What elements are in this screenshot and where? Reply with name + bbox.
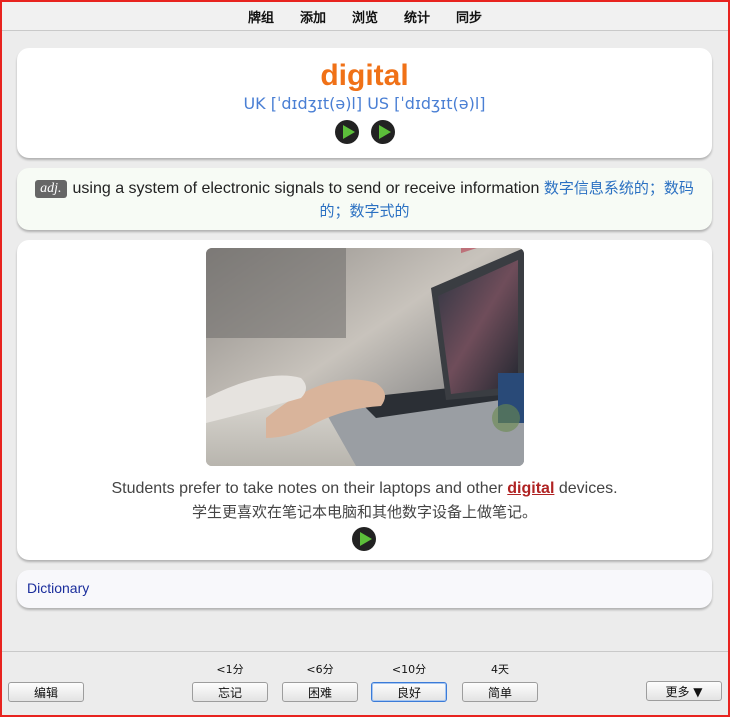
headword: digital <box>320 59 409 92</box>
interval-hard: <6分 <box>306 663 334 676</box>
example-photo <box>206 248 524 466</box>
edit-button[interactable]: 编辑 <box>8 682 84 702</box>
menu-add[interactable]: 添加 <box>287 7 339 26</box>
part-of-speech-badge: adj. <box>35 180 67 198</box>
pronunciation-controls <box>17 120 712 144</box>
menu-stats[interactable]: 统计 <box>391 7 443 26</box>
answer-bar: 编辑 <1分 忘记 <6分 困难 <10分 良好 4天 简单 更多 ▼ <box>2 651 728 716</box>
definition-line: adj. using a system of electronic signals… <box>31 177 698 223</box>
more-button[interactable]: 更多 ▼ <box>646 681 722 701</box>
top-menu: 牌组 添加 浏览 统计 同步 <box>2 2 728 31</box>
good-button[interactable]: 良好 <box>371 682 447 702</box>
dictionary-link[interactable]: Dictionary <box>27 580 89 596</box>
menu-decks[interactable]: 牌组 <box>235 7 287 26</box>
definition-english: using a system of electronic signals to … <box>72 180 540 197</box>
word-card: digital UK [ˈdɪdʒɪt(ə)l] US [ˈdɪdʒɪt(ə)l… <box>17 48 712 158</box>
example-sentence-english: Students prefer to take notes on their l… <box>111 480 618 497</box>
interval-easy: 4天 <box>491 663 509 676</box>
example-card: Students prefer to take notes on their l… <box>17 240 712 560</box>
phonetic-text: UK [ˈdɪdʒɪt(ə)l] US [ˈdɪdʒɪt(ə)l] <box>243 94 486 113</box>
play-example-audio-icon[interactable] <box>352 527 376 551</box>
play-uk-audio-icon[interactable] <box>334 120 359 144</box>
easy-button[interactable]: 简单 <box>462 682 538 702</box>
menu-sync[interactable]: 同步 <box>443 7 495 26</box>
hard-button[interactable]: 困难 <box>282 682 358 702</box>
again-button[interactable]: 忘记 <box>192 682 268 702</box>
definition-card: adj. using a system of electronic signals… <box>17 168 712 230</box>
menu-browse[interactable]: 浏览 <box>339 7 391 26</box>
play-us-audio-icon[interactable] <box>370 120 395 144</box>
interval-again: <1分 <box>216 663 244 676</box>
highlighted-word: digital <box>507 480 555 497</box>
example-sentence-chinese: 学生更喜欢在笔记本电脑和其他数字设备上做笔记。 <box>191 503 537 521</box>
interval-good: <10分 <box>391 663 427 676</box>
dictionary-card: Dictionary <box>17 570 712 608</box>
